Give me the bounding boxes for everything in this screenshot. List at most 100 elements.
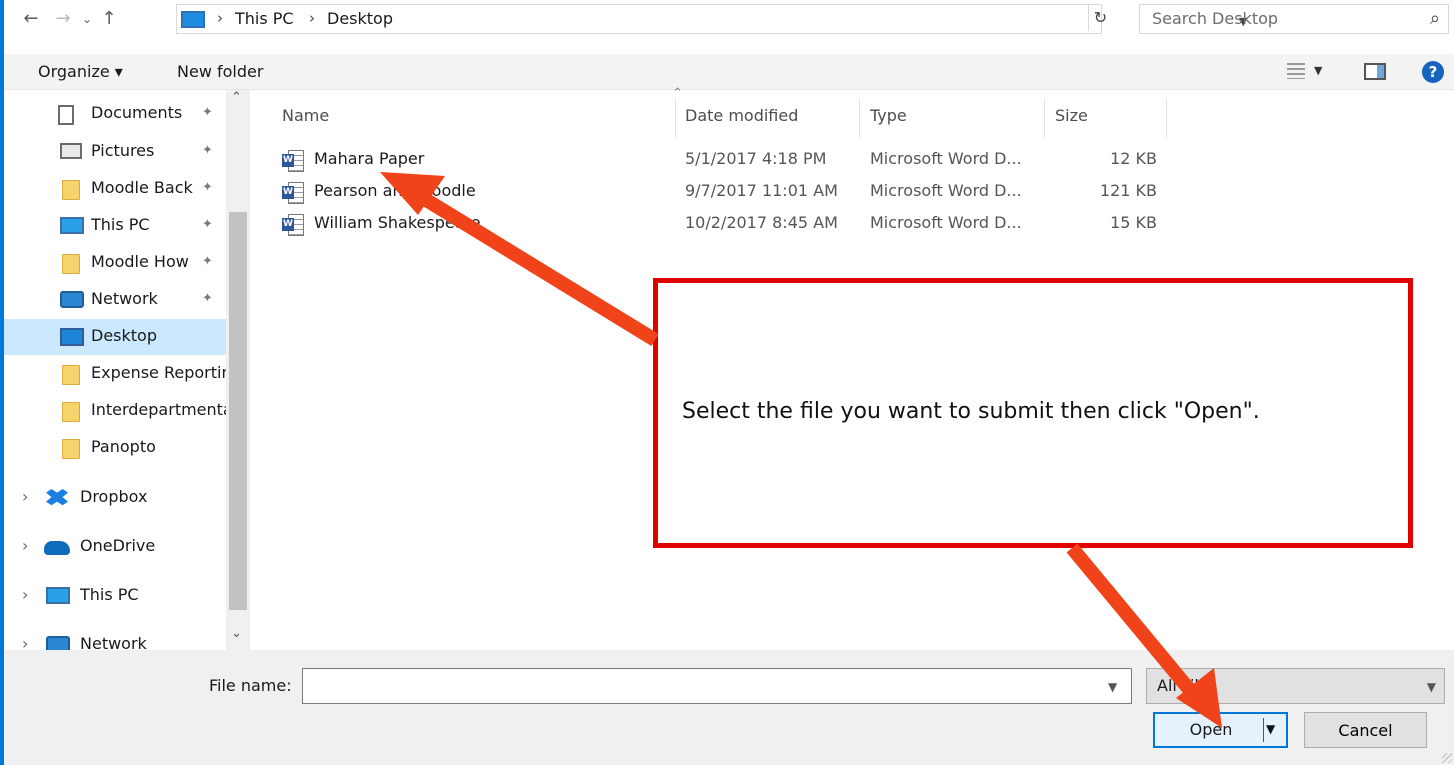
nav-item-label: This PC xyxy=(80,585,139,604)
preview-pane-icon[interactable] xyxy=(1364,63,1386,80)
back-arrow-icon[interactable]: ← xyxy=(20,6,42,32)
onedrive-icon xyxy=(44,541,70,555)
nav-item-label: Network xyxy=(80,634,147,650)
nav-item-moodle-how[interactable]: Moodle How ✦ xyxy=(4,245,226,281)
file-type-filter-select[interactable]: All Files ▼ xyxy=(1146,668,1445,704)
pin-icon[interactable]: ✦ xyxy=(202,143,213,158)
nav-item-dropbox[interactable]: › Dropbox xyxy=(4,480,226,516)
nav-item-label: Desktop xyxy=(91,326,157,345)
pictures-icon xyxy=(60,143,82,159)
nav-item-label: OneDrive xyxy=(80,536,156,555)
column-header-type[interactable]: Type xyxy=(860,98,1045,138)
dropbox-icon xyxy=(46,489,68,506)
nav-item-label: Expense Reporting xyxy=(91,363,226,382)
folder-icon xyxy=(62,254,80,274)
word-document-icon: W xyxy=(282,182,304,204)
open-button[interactable]: Open ▼ xyxy=(1153,712,1288,748)
column-header-size[interactable]: Size xyxy=(1045,98,1167,138)
callout-text: Select the file you want to submit then … xyxy=(682,399,1260,424)
expand-chevron-icon[interactable]: › xyxy=(22,634,28,650)
file-type: Microsoft Word D... xyxy=(870,181,1022,200)
cancel-button[interactable]: Cancel xyxy=(1304,712,1427,748)
nav-pane-scrollbar[interactable]: ⌃ ⌄ xyxy=(226,90,250,650)
pin-icon[interactable]: ✦ xyxy=(202,254,213,269)
organize-menu-button[interactable]: Organize ▾ xyxy=(38,62,123,81)
open-options-caret-icon: ▼ xyxy=(1266,722,1276,736)
up-arrow-icon[interactable]: ↑ xyxy=(98,6,120,32)
nav-item-panopto[interactable]: Panopto xyxy=(4,430,226,466)
nav-item-pictures[interactable]: Pictures ✦ xyxy=(4,134,226,170)
nav-item-this-pc-pinned[interactable]: This PC ✦ xyxy=(4,208,226,244)
column-header-name[interactable]: Name xyxy=(272,98,676,138)
nav-item-desktop[interactable]: Desktop xyxy=(4,319,226,355)
nav-item-documents[interactable]: Documents ✦ xyxy=(4,96,226,132)
nav-item-expense-reporting[interactable]: Expense Reporting xyxy=(4,356,226,392)
nav-item-interdepartmental[interactable]: Interdepartmental xyxy=(4,393,226,429)
view-options-chevron-icon[interactable]: ▼ xyxy=(1314,64,1322,77)
pin-icon[interactable]: ✦ xyxy=(202,180,213,195)
instruction-callout: Select the file you want to submit then … xyxy=(653,278,1413,548)
file-name-label: File name: xyxy=(209,676,292,695)
recent-locations-chevron-icon[interactable]: ⌄ xyxy=(76,6,98,32)
documents-icon xyxy=(58,105,74,125)
expand-chevron-icon[interactable]: › xyxy=(22,536,28,555)
nav-item-this-pc[interactable]: › This PC xyxy=(4,578,226,614)
desktop-icon xyxy=(60,328,84,346)
search-icon[interactable]: ⌕ xyxy=(1430,8,1440,29)
change-view-icon[interactable] xyxy=(1287,63,1305,79)
folder-icon xyxy=(62,402,80,422)
file-size: 15 KB xyxy=(1110,213,1157,232)
folder-icon xyxy=(62,439,80,459)
resize-grip-icon[interactable] xyxy=(1442,753,1452,763)
breadcrumb-desktop[interactable]: Desktop xyxy=(327,9,393,28)
file-row[interactable]: W Mahara Paper 5/1/2017 4:18 PM Microsof… xyxy=(262,145,1452,175)
search-placeholder: Search Desktop xyxy=(1152,9,1279,28)
nav-item-label: Interdepartmental xyxy=(91,400,226,419)
dialog-footer: File name: ▼ All Files ▼ Open ▼ Cancel xyxy=(4,650,1454,765)
scroll-up-chevron-icon[interactable]: ⌃ xyxy=(231,90,242,105)
nav-item-onedrive[interactable]: › OneDrive xyxy=(4,529,226,565)
navigation-pane: Documents ✦ Pictures ✦ Moodle Back ✦ Thi… xyxy=(4,90,250,650)
network-icon xyxy=(60,291,84,308)
pin-icon[interactable]: ✦ xyxy=(202,291,213,306)
expand-chevron-icon[interactable]: › xyxy=(22,585,28,604)
network-icon xyxy=(46,636,70,650)
search-input[interactable]: Search Desktop ⌕ xyxy=(1139,4,1449,34)
command-toolbar: Organize ▾ New folder ▼ ? xyxy=(4,54,1454,90)
computer-icon xyxy=(60,217,84,234)
nav-item-label: Moodle Back xyxy=(91,178,193,197)
pin-icon[interactable]: ✦ xyxy=(202,217,213,232)
nav-item-network-pinned[interactable]: Network ✦ xyxy=(4,282,226,318)
file-name: William Shakespeare xyxy=(314,213,481,232)
file-date: 10/2/2017 8:45 AM xyxy=(685,213,838,232)
breadcrumb-separator: › xyxy=(309,9,315,27)
nav-item-label: Panopto xyxy=(91,437,156,456)
new-folder-button[interactable]: New folder xyxy=(177,62,263,81)
file-name-input[interactable] xyxy=(302,668,1132,704)
help-icon[interactable]: ? xyxy=(1422,61,1444,83)
file-date: 5/1/2017 4:18 PM xyxy=(685,149,827,168)
this-pc-icon xyxy=(181,11,205,28)
refresh-icon[interactable]: ↻ xyxy=(1088,5,1112,31)
computer-icon xyxy=(46,587,70,604)
address-box[interactable]: › This PC › Desktop ▼ xyxy=(176,4,1247,34)
open-options-split[interactable]: ▼ xyxy=(1263,718,1281,742)
scrollbar-thumb[interactable] xyxy=(229,212,247,610)
file-type: Microsoft Word D... xyxy=(870,213,1022,232)
forward-arrow-icon[interactable]: → xyxy=(52,6,74,32)
file-name-history-chevron-icon[interactable]: ▼ xyxy=(1108,680,1117,694)
scroll-down-chevron-icon[interactable]: ⌄ xyxy=(231,626,242,641)
expand-chevron-icon[interactable]: › xyxy=(22,487,28,506)
file-size: 121 KB xyxy=(1099,181,1157,200)
file-row[interactable]: W Pearson and Moodle 9/7/2017 11:01 AM M… xyxy=(262,177,1452,207)
nav-item-moodle-back[interactable]: Moodle Back ✦ xyxy=(4,171,226,207)
word-document-icon: W xyxy=(282,214,304,236)
folder-icon xyxy=(62,180,80,200)
breadcrumb-this-pc[interactable]: This PC xyxy=(235,9,294,28)
nav-item-network[interactable]: › Network xyxy=(4,627,226,650)
column-header-date-modified[interactable]: Date modified xyxy=(675,98,860,138)
file-date: 9/7/2017 11:01 AM xyxy=(685,181,838,200)
file-row[interactable]: W William Shakespeare 10/2/2017 8:45 AM … xyxy=(262,209,1452,239)
pin-icon[interactable]: ✦ xyxy=(202,105,213,120)
nav-item-label: Moodle How xyxy=(91,252,189,271)
